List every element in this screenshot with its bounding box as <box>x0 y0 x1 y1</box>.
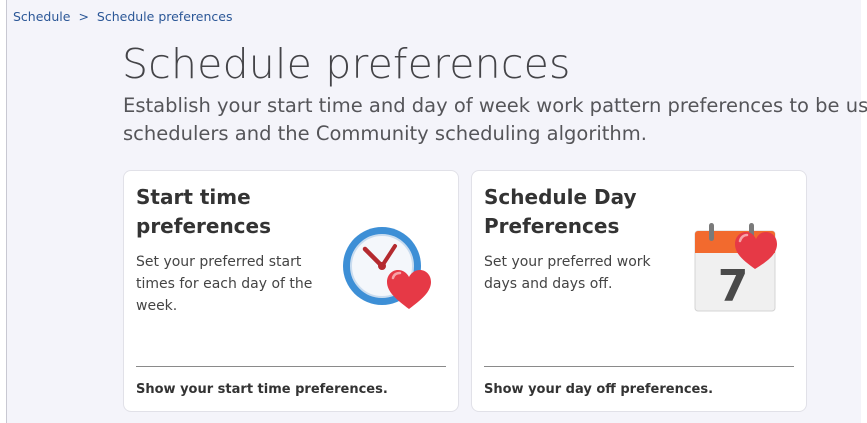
calendar-heart-icon: 7 <box>689 219 789 323</box>
start-time-preferences-link[interactable]: Show your start time preferences. <box>136 382 388 397</box>
start-time-card-divider <box>136 366 446 367</box>
clock-heart-icon <box>337 216 437 320</box>
page-description: Establish your start time and day of wee… <box>123 92 867 148</box>
page-title: Schedule preferences <box>122 40 571 88</box>
window-left-edge <box>0 0 7 423</box>
calendar-day-number: 7 <box>718 261 749 312</box>
start-time-card-description: Set your preferred start times for each … <box>136 254 313 314</box>
breadcrumb-separator: > <box>78 9 89 24</box>
page-description-line-1: Establish your start time and day of wee… <box>123 94 867 117</box>
schedule-day-card-title: Schedule Day Preferences <box>484 185 637 238</box>
start-time-preferences-card[interactable]: Start time preferences Set your preferre… <box>123 170 459 412</box>
day-off-preferences-link[interactable]: Show your day off preferences. <box>484 382 713 397</box>
schedule-day-card-divider <box>484 366 794 367</box>
page-description-line-2: schedulers and the Community scheduling … <box>123 122 647 145</box>
schedule-day-card-description: Set your preferred work days and days of… <box>484 254 651 292</box>
breadcrumb-schedule-link[interactable]: Schedule <box>13 9 70 24</box>
window-right-edge <box>861 0 867 423</box>
breadcrumb-current-link[interactable]: Schedule preferences <box>97 9 233 24</box>
breadcrumb: Schedule > Schedule preferences <box>13 9 232 24</box>
schedule-day-preferences-card[interactable]: Schedule Day Preferences Set your prefer… <box>471 170 807 412</box>
start-time-card-title: Start time preferences <box>136 185 271 238</box>
